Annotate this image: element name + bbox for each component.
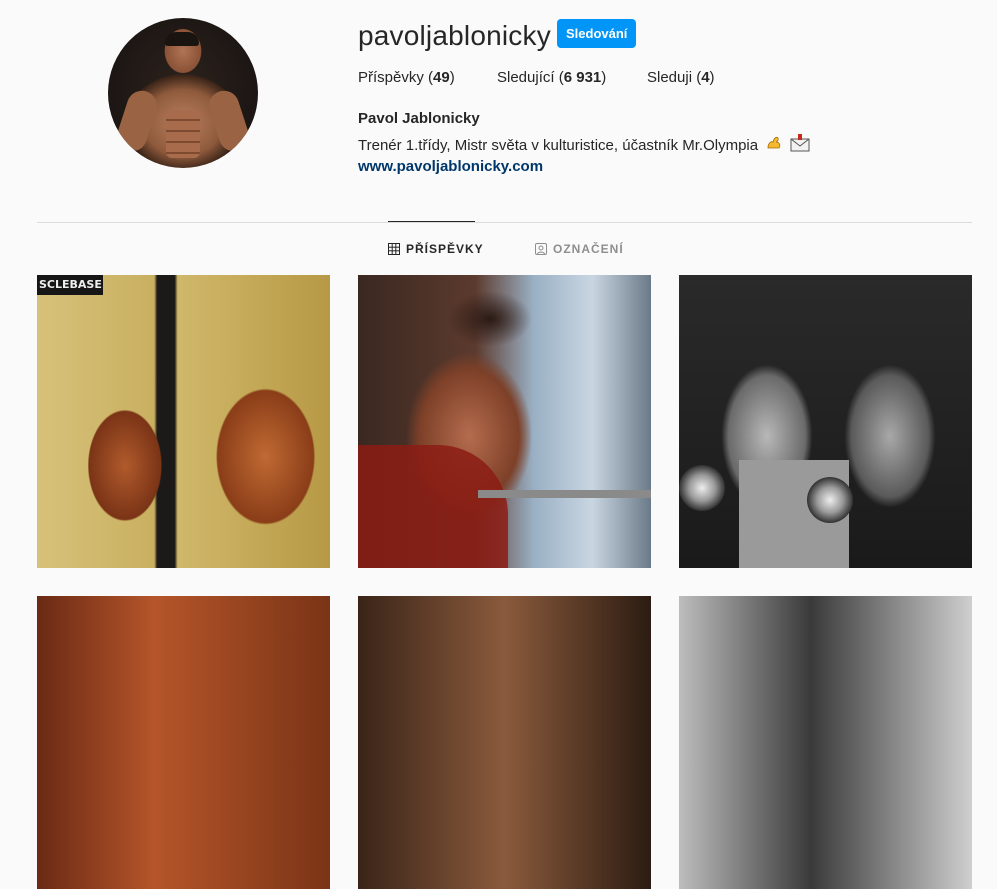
post-sign-text: SCLEBASE xyxy=(37,275,103,295)
avatar-arm-right xyxy=(205,86,253,156)
tab-posts-label: PŘÍSPĚVKY xyxy=(406,242,484,256)
posts-stat-label: Příspěvky xyxy=(358,69,424,86)
dumbbell-shape xyxy=(679,465,725,511)
following-stat-label: Sleduji xyxy=(647,69,693,86)
avatar-arm-left xyxy=(113,86,161,156)
profile-divider xyxy=(37,222,972,223)
bio-text: Trenér 1.třídy, Mistr světa v kulturisti… xyxy=(358,137,759,154)
posts-stat[interactable]: Příspěvky (49) xyxy=(358,69,455,86)
tab-tagged-label: OZNAČENÍ xyxy=(553,242,624,256)
flexed-biceps-icon xyxy=(765,134,783,156)
post-thumbnail[interactable] xyxy=(358,596,651,889)
profile-website-link[interactable]: www.pavoljablonicky.com xyxy=(358,158,543,175)
post-shape xyxy=(478,490,651,498)
tab-posts[interactable]: PŘÍSPĚVKY xyxy=(388,242,484,256)
post-thumbnail[interactable] xyxy=(679,275,972,568)
following-stat[interactable]: Sleduji (4) xyxy=(647,69,715,86)
profile-bio: Trenér 1.třídy, Mistr světa v kulturisti… xyxy=(358,134,810,156)
post-thumbnail[interactable] xyxy=(37,596,330,889)
posts-count: 49 xyxy=(433,69,450,86)
post-shape xyxy=(358,445,508,568)
dumbbell-shape xyxy=(807,477,853,523)
post-thumbnail[interactable]: SCLEBASE xyxy=(37,275,330,568)
tab-tagged[interactable]: OZNAČENÍ xyxy=(535,242,624,256)
profile-full-name: Pavol Jablonicky xyxy=(358,110,480,127)
profile-username: pavoljablonicky xyxy=(358,20,551,51)
followers-count: 6 931 xyxy=(563,69,602,86)
profile-avatar[interactable] xyxy=(108,18,258,168)
post-thumbnail[interactable] xyxy=(679,596,972,889)
grid-icon xyxy=(388,243,400,255)
tagged-icon xyxy=(535,243,547,255)
avatar-torso xyxy=(166,110,200,158)
followers-stat[interactable]: Sledující (6 931) xyxy=(497,69,606,86)
followers-stat-label: Sledující xyxy=(497,69,555,86)
avatar-hair xyxy=(165,32,199,46)
envelope-icon xyxy=(790,134,810,156)
active-tab-indicator xyxy=(388,221,475,222)
following-count: 4 xyxy=(701,69,710,86)
post-thumbnail[interactable] xyxy=(358,275,651,568)
follow-button[interactable]: Sledování xyxy=(557,19,637,48)
